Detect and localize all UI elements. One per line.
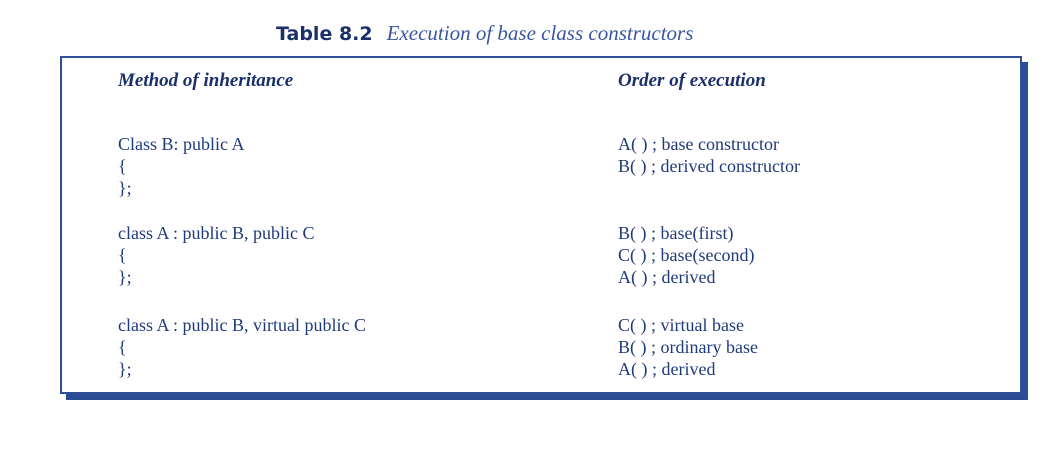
table-caption: Table 8.2 Execution of base class constru… bbox=[276, 21, 836, 46]
order-line: B( ) ; base(first) bbox=[618, 223, 734, 243]
order-row-2: B( ) ; base(first) C( ) ; base(second) A( … bbox=[618, 222, 754, 288]
caption-text: Execution of base class constructors bbox=[386, 21, 694, 45]
order-line: A( ) ; derived bbox=[618, 359, 716, 379]
order-line: A( ) ; derived bbox=[618, 267, 716, 287]
table-frame: Method of inheritance Class B: public A{… bbox=[60, 56, 1022, 394]
method-row-2: class A : public B, public C{}; bbox=[118, 222, 315, 288]
order-line: C( ) ; virtual base bbox=[618, 315, 744, 335]
caption-label: Table 8.2 bbox=[276, 23, 373, 45]
method-row-1: Class B: public A{}; bbox=[118, 133, 245, 199]
method-line: class A : public B, public C bbox=[118, 223, 315, 243]
method-line: }; bbox=[118, 359, 132, 379]
order-line: A( ) ; base constructor bbox=[618, 134, 779, 154]
method-line: }; bbox=[118, 178, 132, 198]
method-row-3: class A : public B, virtual public C{}; bbox=[118, 314, 366, 380]
order-row-1: A( ) ; base constructor B( ) ; derived co… bbox=[618, 133, 800, 177]
method-line: }; bbox=[118, 267, 132, 287]
method-line: { bbox=[118, 337, 127, 357]
order-line: B( ) ; ordinary base bbox=[618, 337, 758, 357]
order-line: C( ) ; base(second) bbox=[618, 245, 755, 265]
method-line: class A : public B, virtual public C bbox=[118, 315, 366, 335]
method-header: Method of inheritance bbox=[118, 70, 294, 91]
order-line: B( ) ; derived constructor bbox=[618, 156, 800, 176]
method-line: { bbox=[118, 156, 127, 176]
order-row-3: C( ) ; virtual base B( ) ; ordinary base A… bbox=[618, 314, 758, 380]
method-line: Class B: public A bbox=[118, 134, 245, 154]
method-line: { bbox=[118, 245, 127, 265]
order-header: Order of execution bbox=[618, 70, 766, 91]
